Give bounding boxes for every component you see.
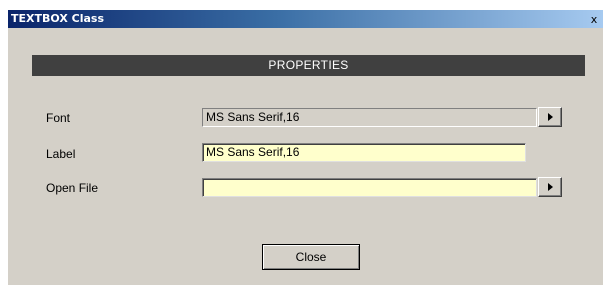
window-title: TEXTBOX Class [11,12,105,25]
open-file-input[interactable] [202,178,537,197]
open-file-label: Open File [46,181,99,195]
font-field: MS Sans Serif,16 [202,108,537,127]
triangle-right-icon [548,183,553,191]
properties-header: PROPERTIES [32,55,585,76]
close-button[interactable]: Close [262,244,360,270]
close-icon[interactable]: x [588,13,600,26]
label-input[interactable]: MS Sans Serif,16 [202,143,526,162]
title-bar[interactable]: TEXTBOX Class [8,10,603,28]
font-browse-button[interactable] [538,107,562,127]
triangle-right-icon [548,113,553,121]
label-label: Label [46,147,76,161]
open-file-browse-button[interactable] [538,177,562,197]
font-label: Font [46,111,71,125]
dialog-window: TEXTBOX Class x PROPERTIES Font MS Sans … [8,10,603,285]
